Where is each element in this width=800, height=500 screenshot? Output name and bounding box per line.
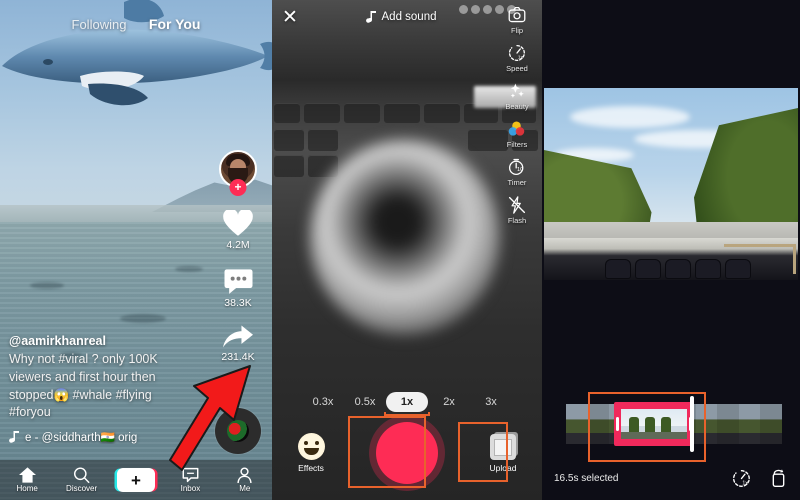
selected-duration-label: 16.5s selected xyxy=(554,472,619,484)
comment-button[interactable]: 38.3K xyxy=(224,267,253,309)
effects-smiley-icon xyxy=(297,433,325,460)
search-icon xyxy=(74,467,90,483)
annotation-arrow xyxy=(169,365,251,471)
highlight-trim-area xyxy=(588,392,706,462)
music-note-icon xyxy=(9,431,19,443)
like-button[interactable]: 4.2M xyxy=(223,210,253,251)
filters-icon xyxy=(509,121,525,136)
tab-following[interactable]: Following xyxy=(72,17,127,32)
nav-item-discover[interactable]: Discover xyxy=(54,467,108,493)
filmstrip-frame xyxy=(760,404,782,444)
speed-icon[interactable]: 1x xyxy=(732,469,751,488)
tool-flash[interactable]: Flash xyxy=(508,196,526,225)
bus-railing xyxy=(724,244,796,274)
beauty-sparkle-icon xyxy=(510,83,524,98)
trim-tools: 1x xyxy=(732,468,788,488)
tool-beauty[interactable]: Beauty xyxy=(505,82,529,111)
tiktok-trim-screen: 16.5s selected 1x xyxy=(542,0,800,500)
svg-text:1x: 1x xyxy=(742,480,748,486)
effects-button[interactable]: Effects xyxy=(272,433,350,473)
tool-label-flip: Flip xyxy=(510,26,524,35)
music-title: e - @siddharth🇮🇳 orig xyxy=(25,432,138,444)
tool-flip[interactable]: Flip xyxy=(508,6,526,35)
zoom-option-1[interactable]: 0.5x xyxy=(344,392,386,412)
comment-count: 38.3K xyxy=(224,297,252,309)
video-preview xyxy=(544,88,798,280)
tiktok-camera-screen: ✕ Add sound Flip 1x Speed Beauty Filters… xyxy=(272,0,542,500)
three-panel-tutorial-screenshot: Following For You + 4.2M 38.3K 231.4K @a… xyxy=(0,0,800,500)
nav-item-home[interactable]: Home xyxy=(0,467,54,493)
camera-tool-rail: Flip 1x Speed Beauty Filters 10 Timer Fl… xyxy=(496,6,538,234)
highlight-upload-button xyxy=(458,422,508,482)
filmstrip-frame xyxy=(566,404,588,444)
rotate-icon[interactable] xyxy=(769,468,788,488)
timer-icon: 10 xyxy=(508,158,524,176)
follow-plus-badge[interactable]: + xyxy=(229,179,247,196)
music-note-icon xyxy=(365,11,376,23)
svg-text:10: 10 xyxy=(517,167,523,173)
tool-label-speed: Speed xyxy=(506,64,528,73)
add-sound-button[interactable]: Add sound xyxy=(306,11,496,23)
zoom-option-4[interactable]: 3x xyxy=(470,392,512,412)
flip-camera-icon xyxy=(508,6,526,23)
tool-speed[interactable]: 1x Speed xyxy=(506,44,528,73)
tab-for-you[interactable]: For You xyxy=(149,16,201,32)
tool-filters[interactable]: Filters xyxy=(507,120,527,149)
tool-timer[interactable]: 10 Timer xyxy=(507,158,527,187)
caption-username[interactable]: @aamirkhanreal xyxy=(9,334,195,348)
tool-label-flash: Flash xyxy=(507,216,527,225)
nav-label-home: Home xyxy=(16,484,38,493)
effects-label: Effects xyxy=(298,463,324,473)
feed-action-rail: + 4.2M 38.3K 231.4K xyxy=(212,150,264,379)
comment-icon xyxy=(224,269,252,294)
tool-label-beauty: Beauty xyxy=(505,102,529,111)
zoom-level-selector: 0.3x 0.5x 1x 2x 3x xyxy=(272,392,542,412)
nav-label-discover: Discover xyxy=(66,484,98,493)
tiktok-feed-screen: Following For You + 4.2M 38.3K 231.4K @a… xyxy=(0,0,272,500)
svg-text:1x: 1x xyxy=(518,55,524,61)
share-button[interactable]: 231.4K xyxy=(221,325,255,363)
add-sound-label: Add sound xyxy=(381,11,437,23)
create-plus-button[interactable]: + xyxy=(117,468,156,492)
flash-off-icon xyxy=(508,196,526,214)
blurred-foreground-object xyxy=(310,140,500,335)
zoom-option-2[interactable]: 1x xyxy=(386,392,428,412)
avatar[interactable]: + xyxy=(219,150,257,196)
tool-label-filters: Filters xyxy=(506,140,528,149)
zoom-option-0[interactable]: 0.3x xyxy=(302,392,344,412)
home-icon xyxy=(18,467,36,483)
heart-icon xyxy=(223,210,253,236)
highlight-record-button xyxy=(348,416,426,488)
tool-label-timer: Timer xyxy=(507,178,527,187)
trim-bottom-bar: 16.5s selected 1x xyxy=(542,456,800,500)
nav-label-inbox: Inbox xyxy=(180,484,201,493)
share-icon xyxy=(223,325,253,348)
nav-item-create[interactable]: + xyxy=(109,468,163,492)
feed-tabs[interactable]: Following For You xyxy=(0,16,272,34)
close-icon[interactable]: ✕ xyxy=(282,8,306,27)
filmstrip-frame xyxy=(717,404,739,444)
zoom-option-3[interactable]: 2x xyxy=(428,392,470,412)
like-count: 4.2M xyxy=(226,239,250,251)
filmstrip-frame xyxy=(738,404,761,444)
speed-icon: 1x xyxy=(508,44,525,61)
nav-label-me: Me xyxy=(239,484,251,493)
